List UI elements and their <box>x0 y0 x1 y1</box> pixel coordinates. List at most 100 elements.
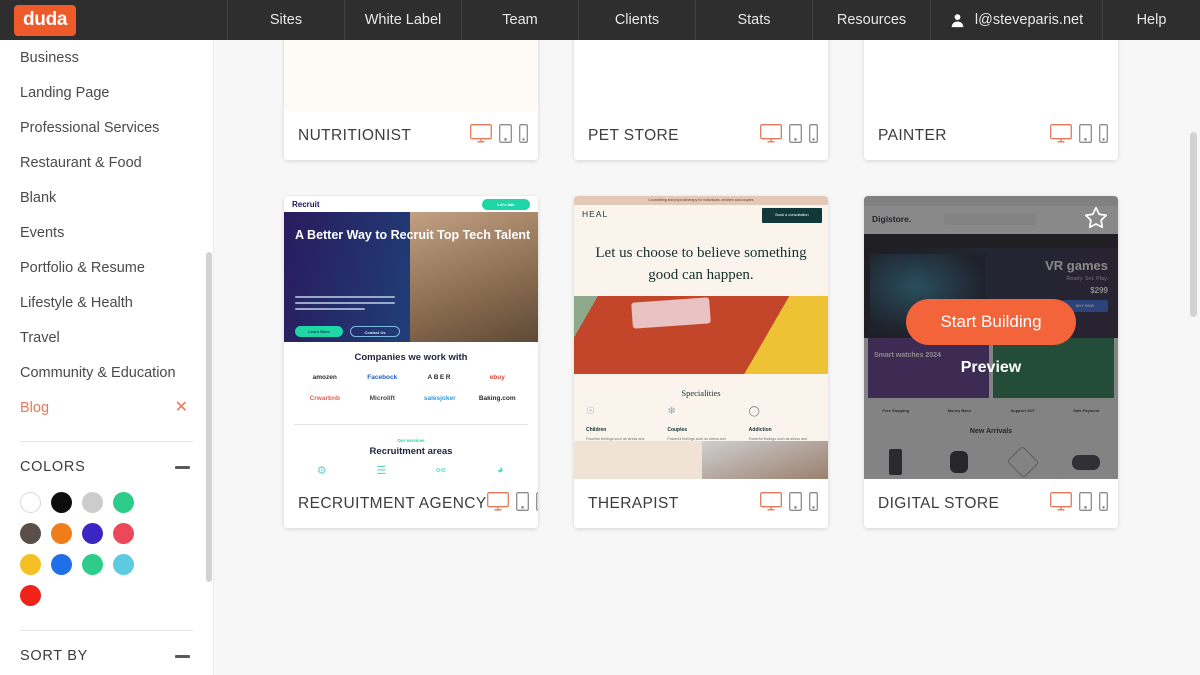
sidebar-item-label: Business <box>20 49 79 66</box>
color-swatch[interactable] <box>51 554 72 575</box>
gallery-scrollbar[interactable] <box>1190 132 1197 317</box>
tablet-icon[interactable] <box>789 123 802 148</box>
thumb-footer-photo <box>702 441 828 479</box>
nav-item-stats[interactable]: Stats <box>696 0 813 40</box>
template-card-pet-store[interactable]: Choose a Category Play Walk <box>574 40 828 160</box>
brand-logo-cell[interactable]: duda <box>0 0 228 40</box>
template-card-digital-store[interactable]: Digistore. VR games Ready. Set. Play. $2… <box>864 196 1118 528</box>
template-card-recruitment-agency[interactable]: Recruit Let's talk A Better Way to Recru… <box>284 196 538 528</box>
sidebar-item-professional-services[interactable]: Professional Services <box>20 110 193 145</box>
template-card-painter[interactable]: BOOK NOW Our Services Painting Consultat <box>864 40 1118 160</box>
mobile-icon[interactable] <box>809 491 818 516</box>
desktop-icon[interactable] <box>486 491 509 516</box>
color-swatch[interactable] <box>82 523 103 544</box>
template-title: THERAPIST <box>588 494 679 512</box>
color-swatch[interactable] <box>20 585 41 606</box>
template-card-footer: THERAPIST <box>574 479 828 528</box>
desktop-icon[interactable] <box>760 491 782 516</box>
color-swatch[interactable] <box>113 492 134 513</box>
color-swatch[interactable] <box>20 554 41 575</box>
mobile-icon[interactable] <box>519 123 528 148</box>
account-email: l@steveparis.net <box>974 12 1084 28</box>
mobile-icon[interactable] <box>1099 123 1108 148</box>
sidebar-item-events[interactable]: Events <box>20 215 193 250</box>
desktop-icon[interactable] <box>1050 491 1072 516</box>
mobile-icon[interactable] <box>1099 491 1108 516</box>
sidebar-scrollbar[interactable] <box>206 252 212 582</box>
sidebar-item-landing-page[interactable]: Landing Page <box>20 75 193 110</box>
sort-by-section-title: SORT BY <box>20 648 89 664</box>
mobile-icon[interactable] <box>809 123 818 148</box>
color-swatch[interactable] <box>82 492 103 513</box>
sidebar-item-restaurant-food[interactable]: Restaurant & Food <box>20 145 193 180</box>
template-card-therapist[interactable]: Counselling and psychotherapy for indivi… <box>574 196 828 528</box>
template-title: RECRUITMENT AGENCY <box>298 494 487 512</box>
nav-item-sites[interactable]: Sites <box>228 0 345 40</box>
nav-item-white-label[interactable]: White Label <box>345 0 462 40</box>
tablet-icon[interactable] <box>789 491 802 516</box>
sidebar-item-portfolio-resume[interactable]: Portfolio & Resume <box>20 250 193 285</box>
preview-link[interactable]: Preview <box>961 359 1021 377</box>
thumb-section-title: Companies we work with <box>354 352 468 363</box>
btn-secondary-label: Contact Us <box>364 330 386 335</box>
mobile-icon[interactable] <box>535 491 538 516</box>
template-thumbnail: Recruit Let's talk A Better Way to Recru… <box>284 196 538 479</box>
template-card-footer: PAINTER <box>864 111 1118 160</box>
user-icon <box>950 13 965 28</box>
account-menu[interactable]: l@steveparis.net <box>931 0 1103 40</box>
sidebar-item-community-education[interactable]: Community & Education <box>20 355 193 390</box>
sidebar-item-label: Lifestyle & Health <box>20 294 133 311</box>
filter-sidebar: Business Landing Page Professional Servi… <box>0 40 214 675</box>
nav-item-resources[interactable]: Resources <box>813 0 931 40</box>
color-swatch[interactable] <box>20 523 41 544</box>
sidebar-item-business[interactable]: Business <box>20 40 193 75</box>
sidebar-item-blank[interactable]: Blank <box>20 180 193 215</box>
color-swatch[interactable] <box>51 492 72 513</box>
tablet-icon[interactable] <box>515 491 529 516</box>
start-building-button[interactable]: Start Building <box>906 298 1076 345</box>
close-icon[interactable]: ✕ <box>175 399 193 416</box>
ear-icon: ☉ <box>586 406 595 417</box>
device-preview-toggles <box>760 491 818 516</box>
specialty-title: Children <box>586 427 607 433</box>
minus-icon[interactable] <box>175 465 190 469</box>
template-title: PAINTER <box>878 126 947 144</box>
thumb-btn-secondary: Contact Us <box>350 326 400 337</box>
duda-logo[interactable]: duda <box>14 4 77 36</box>
sidebar-item-label: Community & Education <box>20 364 176 381</box>
thumb-art-pet-store: Choose a Category Play Walk <box>574 40 828 111</box>
headset-icon: ◕ <box>496 464 504 476</box>
sort-by-section-header[interactable]: SORT BY <box>20 645 193 667</box>
sidebar-item-blog[interactable]: Blog ✕ <box>20 390 193 425</box>
minus-icon[interactable] <box>175 654 190 658</box>
thumb-subcopy <box>295 296 395 314</box>
color-swatch[interactable] <box>113 523 134 544</box>
sidebar-item-lifestyle-health[interactable]: Lifestyle & Health <box>20 285 193 320</box>
template-card-nutritionist[interactable]: What is Avocado? Detox 1 Detox <box>284 40 538 160</box>
star-icon[interactable] <box>1083 205 1109 236</box>
thumb-pillow-shape <box>631 297 711 329</box>
nav-item-clients[interactable]: Clients <box>579 0 696 40</box>
specialty-title: Couples <box>667 427 688 433</box>
thumb-art-nutritionist: What is Avocado? Detox 1 Detox <box>284 40 538 111</box>
nav-item-team[interactable]: Team <box>462 0 579 40</box>
color-swatch[interactable] <box>51 523 72 544</box>
thumb-announcement-bar: Counselling and psychotherapy for indivi… <box>574 196 828 205</box>
color-swatch[interactable] <box>82 554 103 575</box>
color-swatch[interactable] <box>113 554 134 575</box>
colors-section-header[interactable]: COLORS <box>20 456 193 478</box>
sidebar-divider-1 <box>20 441 193 442</box>
color-swatch[interactable] <box>20 492 41 513</box>
brand-logo: amozen <box>312 374 337 381</box>
tablet-icon[interactable] <box>1079 491 1092 516</box>
tablet-icon[interactable] <box>499 123 512 148</box>
desktop-icon[interactable] <box>470 123 492 148</box>
tablet-icon[interactable] <box>1079 123 1092 148</box>
specialty-title: Addiction <box>748 427 772 433</box>
brand-logo: Crwarbnb <box>309 395 340 402</box>
desktop-icon[interactable] <box>760 123 782 148</box>
thumb-heading: A Better Way to Recruit Top Tech Talent <box>295 228 531 242</box>
desktop-icon[interactable] <box>1050 123 1072 148</box>
sidebar-item-travel[interactable]: Travel <box>20 320 193 355</box>
nav-item-help[interactable]: Help <box>1103 0 1200 40</box>
